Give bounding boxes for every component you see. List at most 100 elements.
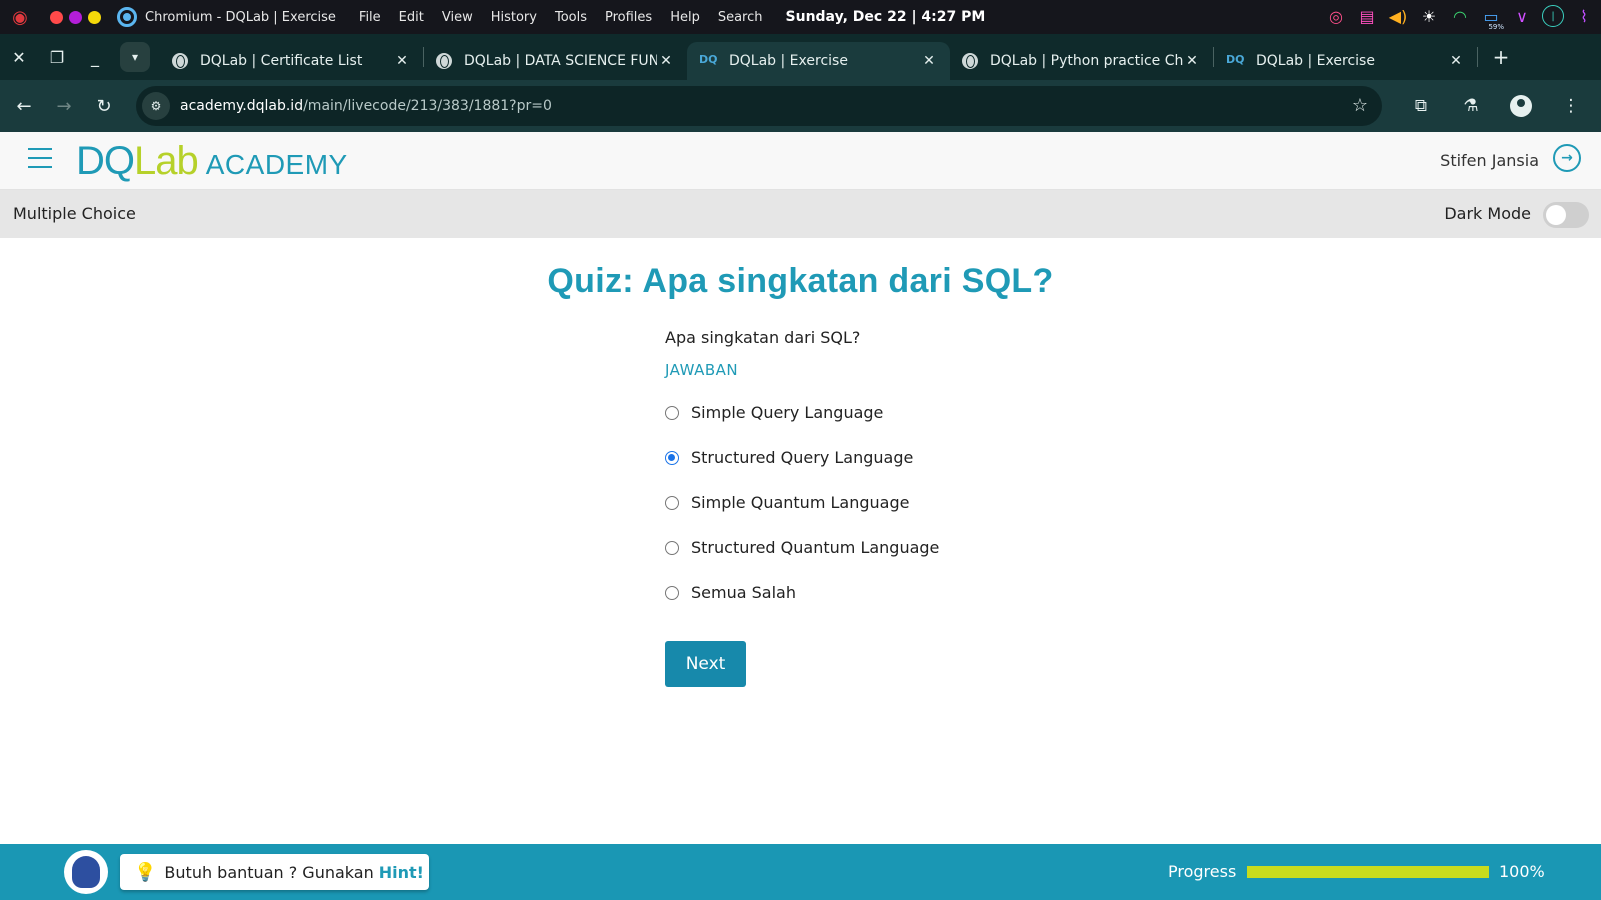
menu-tools[interactable]: Tools [546,10,596,25]
option-simple-quantum-language[interactable]: Simple Quantum Language [665,480,939,525]
radio-button[interactable] [665,405,679,420]
menu-profiles[interactable]: Profiles [596,10,661,25]
tab-close-icon[interactable]: ✕ [393,53,411,69]
url-text[interactable]: academy.dqlab.id/main/livecode/213/383/1… [180,98,552,114]
forward-arrow-icon[interactable]: → [44,86,84,126]
brightness-icon[interactable]: ☀ [1418,5,1440,27]
radio-button[interactable] [665,495,679,510]
window-traffic-lights [50,10,101,24]
tab-close-icon[interactable]: ✕ [920,53,938,69]
volume-icon[interactable]: ◀) [1387,5,1409,27]
site-header: DQ Lab ACADEMY Stifen Jansia → [0,132,1601,190]
os-top-bar: ◉ Chromium - DQLab | Exercise File Edit … [0,0,1601,34]
os-app-title: Chromium - DQLab | Exercise [145,9,336,25]
hamburger-menu-icon[interactable] [28,148,52,168]
tab-label: DQLab | Python practice Cha [990,53,1183,69]
dqlab-academy-logo[interactable]: DQ Lab ACADEMY [76,139,348,183]
answer-options: Simple Query Language Structured Query L… [665,390,939,615]
quiz-title: Quiz: Apa singkatan dari SQL? [547,262,1054,300]
tab-search-dropdown-icon[interactable]: ▾ [120,42,150,72]
logo-dq-text: DQ [76,139,135,183]
logo-lab-text: Lab [134,139,199,183]
power-icon[interactable]: | [1542,5,1564,27]
browser-actions: ⧉ ⚗ ⋮ [1401,86,1601,126]
progress-label: Progress [1168,862,1237,881]
system-tray: ◎ ▤ ◀) ☀ ◠ ▭ 59% ∨ | ⌇ [1325,5,1595,32]
menu-help[interactable]: Help [661,10,709,25]
close-browser-icon[interactable]: ✕ [0,34,38,80]
menu-file[interactable]: File [350,10,390,25]
menu-view[interactable]: View [433,10,482,25]
option-semua-salah[interactable]: Semua Salah [665,570,939,615]
site-info-icon[interactable]: ⚙ [142,92,170,120]
reload-icon[interactable]: ↻ [84,86,124,126]
menu-edit[interactable]: Edit [390,10,433,25]
dark-mode-toggle[interactable] [1543,202,1589,228]
minimize-browser-icon[interactable]: _ [76,34,114,80]
more-menu-icon[interactable]: ⋮ [1551,86,1591,126]
os-menu-bar: File Edit View History Tools Profiles He… [350,10,772,25]
option-label[interactable]: Structured Quantum Language [691,538,939,557]
activity-icon[interactable]: ⌇ [1573,5,1595,27]
lightbulb-icon: 💡 [134,861,157,883]
tab-label: DQLab | Exercise [1256,53,1375,69]
focus-icon[interactable]: ◎ [1325,5,1347,27]
option-simple-query-language[interactable]: Simple Query Language [665,390,939,435]
address-bar-row: ← → ↻ ⚙ academy.dqlab.id/main/livecode/2… [0,80,1601,132]
radio-button-selected[interactable] [665,450,679,465]
tab-exercise-2[interactable]: DQ DQLab | Exercise ✕ [1214,42,1477,80]
option-label[interactable]: Semua Salah [691,583,796,602]
tab-label: DQLab | DATA SCIENCE FUND [464,53,657,69]
hint-text: Butuh bantuan ? Gunakan [164,862,374,882]
new-tab-icon[interactable]: + [1486,42,1516,72]
minimize-window-icon[interactable] [69,10,82,24]
option-label[interactable]: Simple Quantum Language [691,493,909,512]
tab-close-icon[interactable]: ✕ [1447,53,1465,69]
url-bar[interactable]: ⚙ academy.dqlab.id/main/livecode/213/383… [136,86,1382,126]
radio-button[interactable] [665,540,679,555]
tab-close-icon[interactable]: ✕ [657,53,675,69]
tab-close-icon[interactable]: ✕ [1183,53,1201,69]
menu-history[interactable]: History [482,10,546,25]
wifi-icon[interactable]: ◠ [1449,5,1471,27]
exercise-type-title: Multiple Choice [13,204,136,223]
radio-button[interactable] [665,585,679,600]
bookmark-star-icon[interactable]: ☆ [1352,95,1368,116]
menu-search[interactable]: Search [709,10,772,25]
progress-percent: 100% [1499,862,1545,881]
chromium-icon [117,7,137,27]
option-label[interactable]: Simple Query Language [691,403,883,422]
option-structured-query-language[interactable]: Structured Query Language [665,435,939,480]
mascot-avatar[interactable] [64,850,108,894]
globe-icon [172,53,188,69]
labs-flask-icon[interactable]: ⚗ [1451,86,1491,126]
globe-icon [962,53,978,69]
back-arrow-icon[interactable]: ← [4,86,44,126]
tab-python-practice[interactable]: DQLab | Python practice Cha ✕ [950,42,1213,80]
dqlab-icon: DQ [699,53,718,66]
notes-icon[interactable]: ▤ [1356,5,1378,27]
maximize-window-icon[interactable] [88,10,101,24]
hint-link[interactable]: Hint! [379,863,424,882]
tab-data-science-fund[interactable]: DQLab | DATA SCIENCE FUND ✕ [424,42,687,80]
extensions-icon[interactable]: ⧉ [1401,86,1441,126]
option-structured-quantum-language[interactable]: Structured Quantum Language [665,525,939,570]
dark-mode-label: Dark Mode [1444,204,1531,223]
os-logo-icon[interactable]: ◉ [8,5,32,29]
tab-exercise-active[interactable]: DQ DQLab | Exercise ✕ [687,42,950,80]
hint-button[interactable]: 💡 Butuh bantuan ? Gunakan Hint! [120,854,429,890]
battery-icon[interactable]: ▭ 59% [1480,5,1504,32]
url-path: /main/livecode/213/383/1881?pr=0 [303,98,552,114]
profile-avatar-icon[interactable] [1501,86,1541,126]
chevron-down-icon[interactable]: ∨ [1511,5,1533,27]
restore-window-icon[interactable]: ❐ [38,34,76,80]
option-label[interactable]: Structured Query Language [691,448,913,467]
tab-separator [1477,47,1478,67]
progress-bar [1247,866,1489,878]
logout-icon[interactable]: → [1553,144,1581,172]
tab-certificate-list[interactable]: DQLab | Certificate List ✕ [160,42,423,80]
os-clock[interactable]: Sunday, Dec 22 | 4:27 PM [786,9,986,25]
close-window-icon[interactable] [50,10,63,24]
next-button[interactable]: Next [665,641,746,687]
user-name[interactable]: Stifen Jansia [1440,151,1539,170]
